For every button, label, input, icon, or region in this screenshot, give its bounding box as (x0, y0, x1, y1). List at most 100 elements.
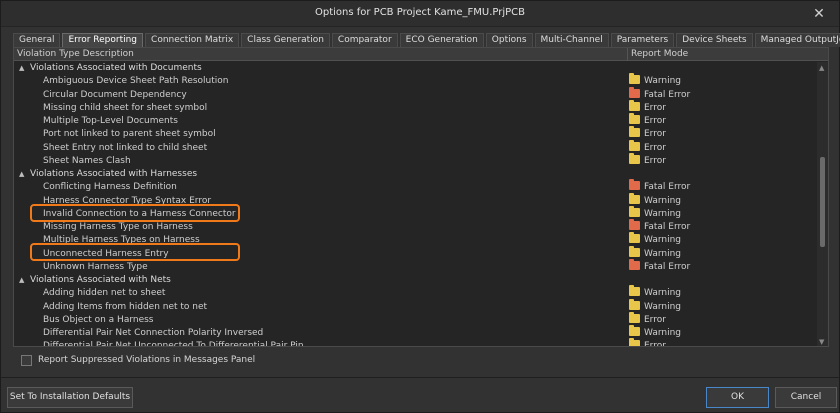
collapse-icon[interactable]: ▲ (19, 274, 24, 287)
report-suppressed-label: Report Suppressed Violations in Messages… (38, 355, 256, 365)
report-mode-cell[interactable]: Fatal Error (629, 219, 690, 234)
report-mode-label: Warning (644, 195, 682, 206)
collapse-icon[interactable]: ▲ (19, 62, 24, 75)
report-mode-cell[interactable]: Error (629, 338, 666, 346)
violation-row[interactable]: Unknown Harness Type Fatal Error (14, 258, 816, 274)
tab-general[interactable]: General (13, 33, 61, 47)
violation-row[interactable]: Multiple Top-Level Documents Error (14, 113, 816, 128)
report-mode-label: Error (644, 314, 666, 325)
report-mode-label: Error (644, 102, 666, 113)
violation-label: Unknown Harness Type (43, 261, 148, 272)
violation-row[interactable]: Differential Pair Net Connection Polarit… (14, 325, 816, 340)
group-row[interactable]: ▲ Violations Associated with Nets (14, 274, 816, 287)
vertical-scrollbar[interactable]: ▲ ▼ (817, 62, 828, 346)
title-bar: Options for PCB Project Kame_FMU.PrjPCB … (1, 1, 839, 27)
violation-row[interactable]: Ambiguous Device Sheet Path Resolution Wa… (14, 73, 816, 88)
set-installation-defaults-button[interactable]: Set To Installation Defaults (7, 387, 133, 408)
folder-icon (629, 126, 640, 138)
tab-comparator[interactable]: Comparator (331, 33, 398, 47)
footer-divider (1, 377, 839, 378)
dialog-title: Options for PCB Project Kame_FMU.PrjPCB (314, 7, 526, 18)
folder-icon (629, 73, 640, 85)
ok-button[interactable]: OK (706, 387, 769, 408)
violation-label: Missing Harness Type on Harness (43, 222, 193, 232)
violation-row[interactable]: Port not linked to parent sheet symbol Er… (14, 126, 816, 141)
folder-icon (629, 245, 640, 257)
report-mode-cell[interactable]: Warning (629, 245, 681, 261)
report-mode-label: Fatal Error (644, 89, 691, 100)
violation-row[interactable]: Circular Document Dependency Fatal Error (14, 86, 816, 102)
highlight-unconnected-entry (30, 243, 240, 261)
tab-error-reporting[interactable]: Error Reporting (62, 33, 144, 47)
violation-row[interactable]: Sheet Names Clash Error (14, 152, 816, 168)
report-mode-cell[interactable]: Error (629, 152, 666, 168)
violations-table: Violation Type Description Report Mode ▲… (13, 47, 829, 347)
violation-label: Port not linked to parent sheet symbol (43, 129, 216, 140)
report-mode-label: Fatal Error (644, 182, 691, 193)
report-mode-cell[interactable]: Fatal Error (629, 258, 690, 274)
report-mode-cell[interactable]: Warning (629, 73, 681, 88)
report-mode-cell[interactable]: Warning (629, 205, 682, 221)
scrollbar-thumb[interactable] (820, 157, 825, 247)
report-mode-cell[interactable]: Error (629, 139, 666, 155)
violation-row[interactable]: Differential Pair Net Unconnected To Dif… (14, 338, 816, 347)
report-mode-cell[interactable]: Warning (629, 232, 681, 247)
report-mode-cell[interactable]: Warning (629, 285, 681, 300)
tab-connection-matrix[interactable]: Connection Matrix (145, 33, 240, 47)
violation-label: Circular Document Dependency (43, 89, 187, 100)
report-mode-label: Warning (644, 301, 682, 312)
report-mode-cell[interactable]: Warning (629, 298, 682, 314)
column-header-report-mode[interactable]: Report Mode (627, 48, 817, 61)
folder-icon (629, 258, 640, 270)
group-row[interactable]: ▲ Violations Associated with Harnesses (14, 168, 816, 181)
report-mode-cell[interactable]: Error (629, 99, 666, 115)
violation-row[interactable]: Missing child sheet for sheet symbol Erro… (14, 99, 816, 115)
folder-icon (629, 338, 640, 346)
report-mode-cell[interactable]: Error (629, 113, 666, 128)
folder-icon (629, 152, 640, 164)
folder-icon (629, 325, 640, 336)
tab-multi-channel[interactable]: Multi-Channel (534, 33, 609, 47)
report-mode-cell[interactable]: Warning (629, 325, 681, 340)
column-header-description[interactable]: Violation Type Description (17, 48, 134, 61)
tab-parameters[interactable]: Parameters (610, 33, 675, 47)
violation-row[interactable]: Adding hidden net to sheet Warning (14, 285, 816, 300)
violation-row[interactable]: Conflicting Harness Definition Fatal Erro… (14, 179, 816, 194)
group-label: Violations Associated with Documents (30, 63, 202, 73)
tab-class-generation[interactable]: Class Generation (241, 33, 330, 47)
scroll-down-icon[interactable]: ▼ (819, 338, 824, 346)
tab-eco-generation[interactable]: ECO Generation (399, 33, 484, 47)
folder-icon (629, 311, 640, 323)
close-button[interactable]: ✕ (809, 5, 829, 23)
tab-options[interactable]: Options (485, 33, 533, 47)
violation-row[interactable]: Bus Object on a Harness Error (14, 311, 816, 327)
report-mode-label: Warning (644, 208, 682, 219)
tab-bar: General Error Reporting Connection Matrix C… (13, 33, 840, 47)
violation-label: Ambiguous Device Sheet Path Resolution (43, 76, 229, 87)
report-mode-cell[interactable]: Error (629, 126, 666, 141)
report-mode-cell[interactable]: Fatal Error (629, 179, 691, 194)
cancel-button[interactable]: Cancel (775, 387, 837, 408)
report-mode-cell[interactable]: Fatal Error (629, 86, 691, 102)
scroll-up-icon[interactable]: ▲ (819, 64, 824, 72)
group-row[interactable]: ▲ Violations Associated with Documents (14, 62, 816, 75)
tab-managed-outputjobs[interactable]: Managed OutputJobs (754, 33, 840, 47)
violation-row[interactable]: Adding Items from hidden net to net Warni… (14, 298, 816, 314)
violation-label: Differential Pair Net Connection Polarit… (43, 328, 264, 338)
violation-row[interactable]: Sheet Entry not linked to child sheet Err… (14, 139, 816, 155)
report-mode-cell[interactable]: Error (629, 311, 666, 327)
report-suppressed-option[interactable]: Report Suppressed Violations in Messages… (21, 353, 255, 367)
collapse-icon[interactable]: ▲ (19, 168, 24, 181)
highlight-invalid-connection (30, 204, 240, 222)
report-suppressed-checkbox[interactable] (21, 354, 32, 366)
report-mode-cell[interactable]: Warning (629, 192, 682, 208)
tab-device-sheets[interactable]: Device Sheets (676, 33, 753, 47)
folder-icon (629, 192, 640, 204)
table-header: Violation Type Description Report Mode (14, 48, 828, 61)
violation-label: Differential Pair Net Unconnected To Dif… (43, 341, 304, 347)
folder-icon (629, 179, 640, 191)
group-label: Violations Associated with Harnesses (30, 169, 198, 179)
violation-label: Bus Object on a Harness (43, 314, 154, 325)
folder-icon (629, 298, 640, 310)
violation-row[interactable]: Missing Harness Type on Harness Fatal Err… (14, 219, 816, 234)
